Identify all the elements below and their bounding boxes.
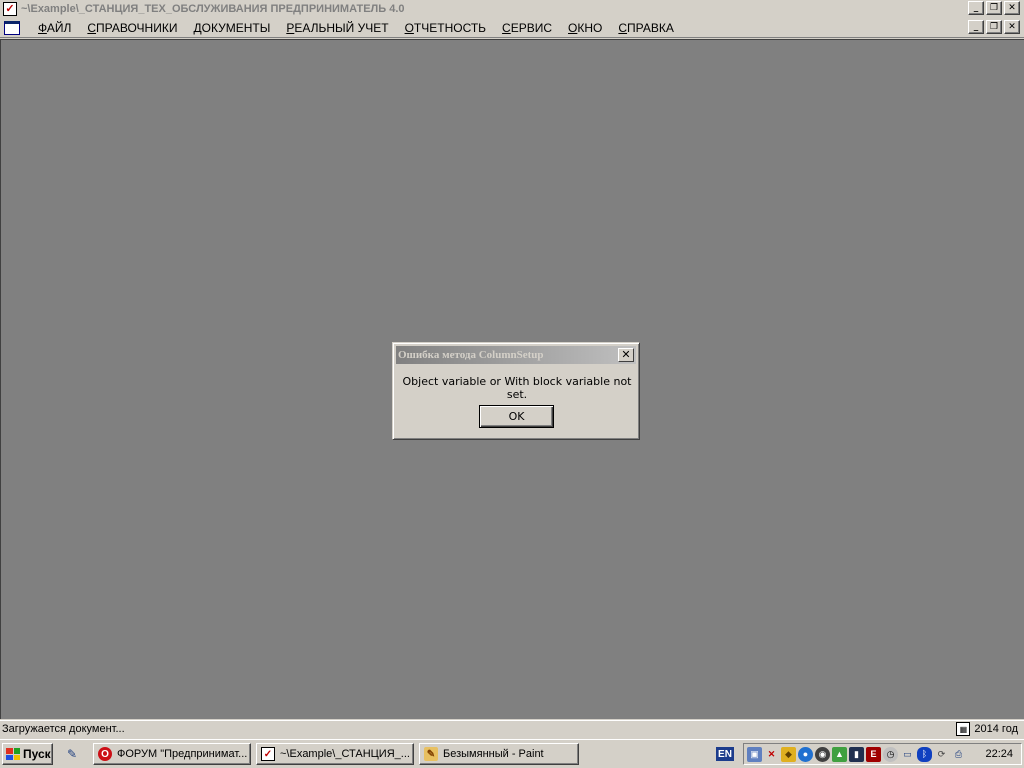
device-icon[interactable]: ▮	[849, 746, 864, 762]
printer-icon[interactable]: ⎙	[951, 747, 966, 762]
close-button[interactable]: ✕	[1004, 1, 1020, 15]
show-desktop-icon[interactable]: ✎	[62, 745, 82, 763]
updater-icon[interactable]: ▲	[832, 746, 847, 762]
window-title: ~\Example\_СТАНЦИЯ_ТЕХ_ОБСЛУЖИВАНИЯ ПРЕД…	[21, 3, 405, 15]
restore-button[interactable]: ❐	[986, 1, 1002, 15]
menu-item-file[interactable]: ФАЙЛ	[30, 21, 79, 35]
ok-button[interactable]: OK	[479, 405, 554, 428]
dialog-close-button[interactable]: ✕	[618, 348, 634, 362]
language-indicator[interactable]: EN	[716, 747, 734, 761]
checkbox-app-icon: ✓	[261, 747, 275, 761]
mdi-restore-button[interactable]: ❐	[986, 20, 1002, 34]
taskbar-button-forum[interactable]: O ФОРУМ "Предпринимат...	[93, 743, 251, 765]
globe-icon[interactable]: ●	[798, 746, 813, 762]
task-label: ~\Example\_СТАНЦИЯ_...	[280, 748, 410, 760]
network-icon[interactable]: ▣	[747, 746, 762, 762]
dialog-title: Ошибка метода ColumnSetup	[398, 349, 544, 361]
title-bar[interactable]: ✓ ~\Example\_СТАНЦИЯ_ТЕХ_ОБСЛУЖИВАНИЯ ПР…	[0, 0, 1024, 18]
dialog-message: Object variable or With block variable n…	[402, 375, 632, 401]
display-icon[interactable]: ▭	[900, 747, 915, 762]
start-label: Пуск	[23, 747, 51, 761]
mdi-document-icon[interactable]	[4, 20, 20, 35]
windows-logo-icon	[6, 748, 20, 760]
taskbar-button-paint[interactable]: ✎ Безымянный - Paint	[419, 743, 579, 765]
mdi-close-button[interactable]: ✕	[1004, 20, 1020, 34]
system-tray: ▣ ✕ ◆ ● ◉ ▲ ▮ E ◷ ▭ ᛒ ⟳ ⎙ 22:24	[743, 743, 1022, 765]
menu-item-real-accounting[interactable]: РЕАЛЬНЫЙ УЧЕТ	[278, 21, 396, 35]
paint-icon: ✎	[424, 747, 438, 761]
task-label: Безымянный - Paint	[443, 748, 544, 760]
network-disconnected-icon[interactable]: ✕	[764, 747, 779, 762]
app-checkbox-icon[interactable]: ✓	[3, 2, 17, 16]
calendar-icon[interactable]: ▦	[956, 722, 971, 736]
opera-icon: O	[98, 747, 112, 761]
taskbar: Пуск ✎ O ФОРУМ "Предпринимат... ✓ ~\Exam…	[0, 739, 1024, 768]
bluetooth-icon[interactable]: ᛒ	[917, 746, 932, 762]
status-bar: Загружается документ... ▦ 2014 год	[0, 720, 1024, 739]
start-button[interactable]: Пуск	[2, 743, 53, 765]
clock-time[interactable]: 22:24	[985, 748, 1013, 760]
error-dialog: Ошибка метода ColumnSetup ✕ Object varia…	[392, 342, 640, 440]
security-shield-icon[interactable]: ◆	[781, 746, 796, 762]
menu-item-references[interactable]: СПРАВОЧНИКИ	[79, 21, 185, 35]
menu-bar: ФАЙЛ СПРАВОЧНИКИ ДОКУМЕНТЫ РЕАЛЬНЫЙ УЧЕТ…	[0, 18, 1024, 38]
menu-item-window[interactable]: ОКНО	[560, 21, 610, 35]
keyboard-layout-icon[interactable]: E	[866, 746, 881, 762]
clock-icon[interactable]: ◷	[883, 746, 898, 762]
taskbar-button-app[interactable]: ✓ ~\Example\_СТАНЦИЯ_...	[256, 743, 414, 765]
minimize-button[interactable]: _	[968, 1, 984, 15]
mdi-minimize-button[interactable]: _	[968, 20, 984, 34]
status-text: Загружается документ...	[2, 723, 125, 735]
task-label: ФОРУМ "Предпринимат...	[117, 748, 248, 760]
menu-item-service[interactable]: СЕРВИС	[494, 21, 560, 35]
sync-icon[interactable]: ⟳	[934, 747, 949, 762]
dialog-title-bar[interactable]: Ошибка метода ColumnSetup ✕	[396, 346, 636, 364]
menu-item-help[interactable]: СПРАВКА	[610, 21, 682, 35]
menu-item-reports[interactable]: ОТЧЕТНОСТЬ	[397, 21, 494, 35]
menu-item-documents[interactable]: ДОКУМЕНТЫ	[185, 21, 278, 35]
media-icon[interactable]: ◉	[815, 746, 830, 762]
year-indicator: 2014 год	[974, 723, 1018, 735]
